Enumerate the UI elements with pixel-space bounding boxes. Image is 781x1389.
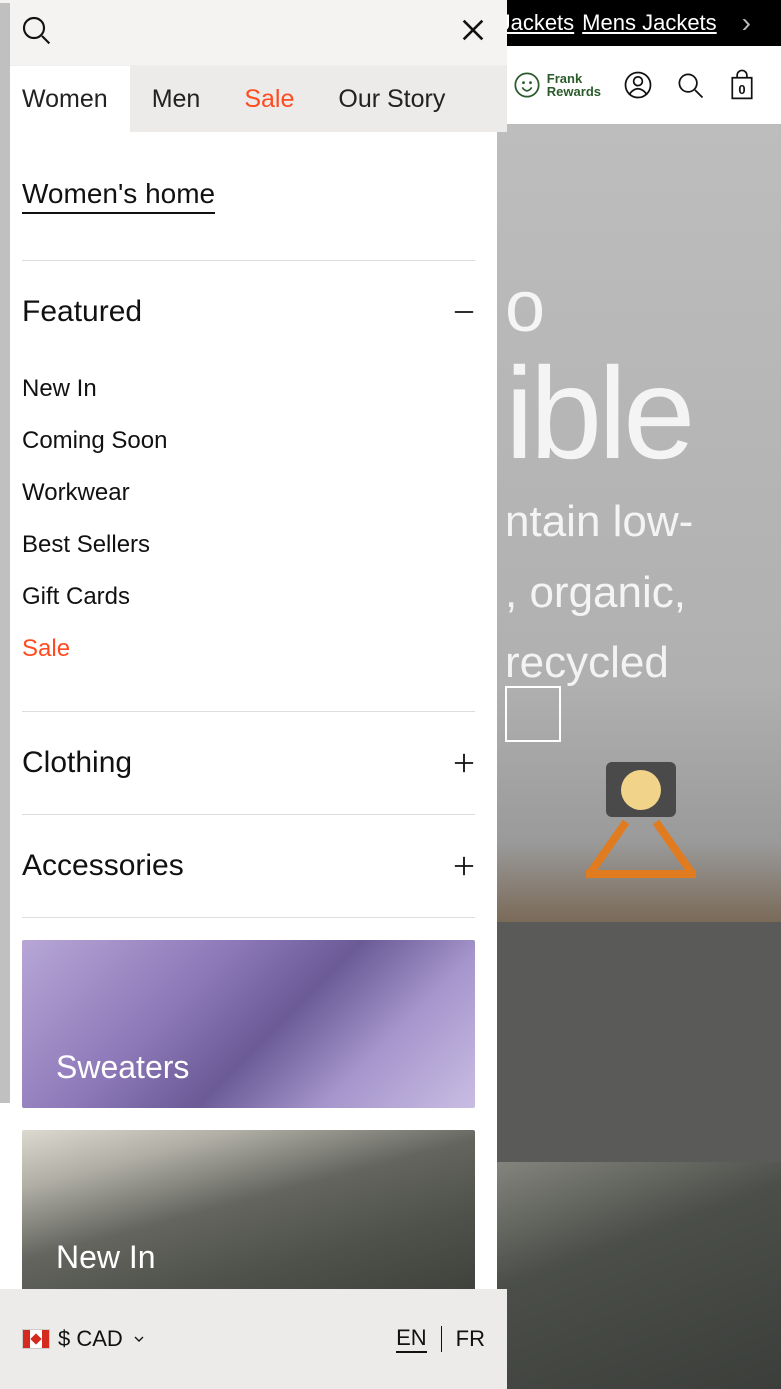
lang-en[interactable]: EN bbox=[396, 1325, 427, 1353]
promo-sweaters-label: Sweaters bbox=[56, 1049, 189, 1086]
hero-line-2: , organic, bbox=[505, 567, 693, 620]
scrollbar-track[interactable] bbox=[0, 3, 10, 1273]
womens-home-link[interactable]: Women's home bbox=[22, 178, 215, 214]
flag-canada-icon bbox=[22, 1329, 50, 1349]
section-clothing-title: Clothing bbox=[22, 746, 132, 780]
hero-eyebrow: o bbox=[505, 266, 693, 348]
section-featured-toggle[interactable]: Featured bbox=[22, 261, 475, 363]
work-lamp-icon bbox=[561, 752, 721, 882]
plus-icon bbox=[453, 855, 475, 877]
rewards-icon bbox=[513, 71, 541, 99]
featured-coming-soon[interactable]: Coming Soon bbox=[22, 415, 475, 467]
chevron-right-icon[interactable]: › bbox=[742, 7, 751, 39]
close-icon[interactable] bbox=[459, 16, 487, 49]
bag-button[interactable]: 0 bbox=[727, 68, 757, 102]
tab-women[interactable]: Women bbox=[0, 66, 130, 132]
promo-new-in[interactable]: New In bbox=[22, 1130, 475, 1289]
hero-line-3: recycled bbox=[505, 637, 693, 690]
menu-tabs: Women Men Sale Our Story bbox=[0, 66, 507, 132]
currency-label: $ CAD bbox=[58, 1326, 123, 1352]
announcement-link-2[interactable]: Mens Jackets bbox=[582, 10, 717, 36]
rewards-text-2: Rewards bbox=[547, 85, 601, 98]
hero-cta-box[interactable] bbox=[505, 686, 561, 742]
featured-best-sellers[interactable]: Best Sellers bbox=[22, 519, 475, 571]
account-icon[interactable] bbox=[623, 70, 653, 100]
search-icon[interactable] bbox=[675, 70, 705, 100]
featured-sale[interactable]: Sale bbox=[22, 623, 475, 675]
hero-headline: ible bbox=[505, 348, 693, 478]
lang-fr[interactable]: FR bbox=[456, 1326, 485, 1352]
section-clothing-toggle[interactable]: Clothing bbox=[22, 712, 475, 815]
currency-selector[interactable]: $ CAD bbox=[22, 1326, 147, 1352]
lang-separator bbox=[441, 1326, 442, 1352]
chevron-down-icon bbox=[131, 1331, 147, 1347]
language-switch: EN FR bbox=[396, 1325, 485, 1353]
mega-menu-panel: Women Men Sale Our Story Women's home Fe… bbox=[0, 0, 507, 1389]
locale-bar: $ CAD EN FR bbox=[0, 1289, 507, 1389]
bag-count: 0 bbox=[727, 82, 757, 97]
minus-icon bbox=[453, 301, 475, 323]
search-icon[interactable] bbox=[20, 14, 52, 51]
tab-our-story[interactable]: Our Story bbox=[316, 66, 467, 132]
section-featured-title: Featured bbox=[22, 295, 142, 329]
promo-new-in-label: New In bbox=[56, 1239, 156, 1276]
menu-scroll-area[interactable]: Women's home Featured New In Coming Soon… bbox=[0, 132, 497, 1289]
featured-new-in[interactable]: New In bbox=[22, 363, 475, 415]
promo-sweaters[interactable]: Sweaters bbox=[22, 940, 475, 1108]
featured-gift-cards[interactable]: Gift Cards bbox=[22, 571, 475, 623]
tab-men[interactable]: Men bbox=[130, 66, 223, 132]
menu-top-row bbox=[0, 0, 507, 66]
rewards-link[interactable]: Frank Rewards bbox=[513, 71, 601, 99]
section-accessories-title: Accessories bbox=[22, 849, 184, 883]
hero-line-1: ntain low- bbox=[505, 496, 693, 549]
scrollbar-thumb[interactable] bbox=[0, 3, 10, 1103]
section-featured-items: New In Coming Soon Workwear Best Sellers… bbox=[22, 363, 475, 712]
featured-workwear[interactable]: Workwear bbox=[22, 467, 475, 519]
section-accessories-toggle[interactable]: Accessories bbox=[22, 815, 475, 918]
tab-sale[interactable]: Sale bbox=[222, 66, 316, 132]
plus-icon bbox=[453, 752, 475, 774]
